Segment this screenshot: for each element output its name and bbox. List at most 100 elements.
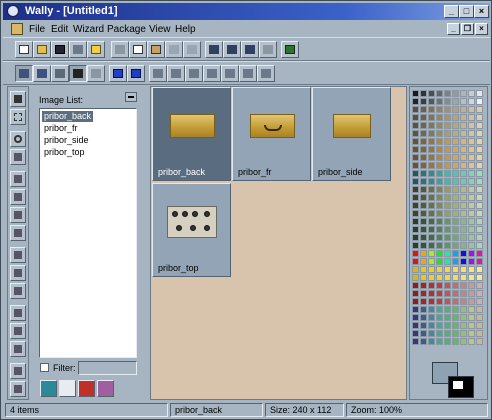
color-swatch[interactable]	[420, 226, 427, 233]
color-swatch[interactable]	[468, 282, 475, 289]
color-swatch[interactable]	[476, 210, 483, 217]
color-swatch[interactable]	[412, 130, 419, 137]
close-button[interactable]: ×	[474, 5, 489, 18]
color-swatch[interactable]	[444, 178, 451, 185]
color-swatch[interactable]	[420, 234, 427, 241]
color-swatch[interactable]	[420, 330, 427, 337]
color-swatch[interactable]	[452, 274, 459, 281]
color-swatch[interactable]	[452, 258, 459, 265]
color-swatch[interactable]	[420, 138, 427, 145]
color-swatch[interactable]	[428, 170, 435, 177]
color-swatch[interactable]	[444, 226, 451, 233]
align-1-button[interactable]	[221, 65, 239, 82]
color-swatch[interactable]	[436, 330, 443, 337]
color-swatch[interactable]	[468, 178, 475, 185]
color-swatch[interactable]	[444, 298, 451, 305]
color-swatch[interactable]	[452, 162, 459, 169]
color-swatch[interactable]	[460, 170, 467, 177]
color-swatch[interactable]	[460, 138, 467, 145]
color-swatch[interactable]	[476, 226, 483, 233]
color-swatch[interactable]	[468, 218, 475, 225]
color-swatch[interactable]	[428, 274, 435, 281]
list-item[interactable]: pribor_side	[42, 135, 91, 146]
color-swatch[interactable]	[436, 186, 443, 193]
menu-wizard[interactable]: Wizard	[73, 24, 104, 35]
cut-button[interactable]	[111, 41, 129, 58]
color-swatch[interactable]	[444, 306, 451, 313]
new-button[interactable]	[15, 41, 33, 58]
color-swatch[interactable]	[428, 258, 435, 265]
color-swatch[interactable]	[420, 258, 427, 265]
color-swatch[interactable]	[476, 322, 483, 329]
menu-edit[interactable]: Edit	[51, 24, 68, 35]
color-swatch[interactable]	[428, 330, 435, 337]
pointer-button[interactable]	[203, 65, 221, 82]
color-swatch[interactable]	[412, 170, 419, 177]
tool-line-button[interactable]	[10, 189, 26, 205]
color-swatch[interactable]	[428, 218, 435, 225]
thumbnail-view[interactable]: pribor_back pribor_fr pribor_side pribor…	[150, 86, 407, 400]
color-swatch[interactable]	[420, 154, 427, 161]
color-swatch[interactable]	[420, 218, 427, 225]
title-bar[interactable]: Wally - [Untitled1] _ □ ×	[3, 3, 490, 20]
color-swatch[interactable]	[452, 330, 459, 337]
color-swatch[interactable]	[476, 90, 483, 97]
tool-zoom-button[interactable]	[10, 131, 26, 147]
color-swatch[interactable]	[412, 274, 419, 281]
filter-checkbox[interactable]	[40, 363, 49, 372]
color-swatch[interactable]	[468, 306, 475, 313]
color-swatch[interactable]	[468, 314, 475, 321]
color-swatch[interactable]	[436, 250, 443, 257]
color-swatch[interactable]	[420, 194, 427, 201]
color-swatch[interactable]	[468, 170, 475, 177]
color-swatch[interactable]	[420, 266, 427, 273]
color-swatch[interactable]	[420, 98, 427, 105]
color-swatch[interactable]	[436, 282, 443, 289]
color-swatch[interactable]	[476, 242, 483, 249]
color-swatch[interactable]	[460, 178, 467, 185]
color-swatch[interactable]	[460, 202, 467, 209]
color-swatch[interactable]	[444, 338, 451, 345]
color-swatch[interactable]	[452, 90, 459, 97]
menu-file[interactable]: File	[29, 24, 45, 35]
color-swatch[interactable]	[452, 202, 459, 209]
view-sound-button[interactable]	[87, 65, 105, 82]
color-swatch[interactable]	[452, 170, 459, 177]
flip-h-button[interactable]	[167, 65, 185, 82]
color-swatch[interactable]	[476, 186, 483, 193]
align-2-button[interactable]	[239, 65, 257, 82]
color-swatch[interactable]	[460, 266, 467, 273]
color-swatch[interactable]	[476, 314, 483, 321]
color-swatch[interactable]	[444, 106, 451, 113]
thumbnail-tile[interactable]: pribor_side	[312, 87, 391, 181]
color-swatch[interactable]	[476, 122, 483, 129]
color-swatch[interactable]	[452, 266, 459, 273]
color-swatch[interactable]	[428, 298, 435, 305]
color-swatch[interactable]	[412, 98, 419, 105]
color-swatch[interactable]	[476, 138, 483, 145]
color-swatch[interactable]	[444, 194, 451, 201]
color-swatch[interactable]	[412, 90, 419, 97]
color-swatch[interactable]	[436, 234, 443, 241]
view-grid-button[interactable]	[51, 65, 69, 82]
color-swatch[interactable]	[428, 250, 435, 257]
color-selector[interactable]	[432, 362, 476, 398]
color-swatch[interactable]	[428, 154, 435, 161]
color-swatch[interactable]	[460, 314, 467, 321]
color-swatch[interactable]	[460, 218, 467, 225]
color-swatch[interactable]	[444, 146, 451, 153]
color-swatch[interactable]	[444, 210, 451, 217]
redo-button[interactable]	[183, 41, 201, 58]
color-swatch[interactable]	[444, 170, 451, 177]
color-swatch[interactable]	[436, 114, 443, 121]
color-swatch[interactable]	[428, 114, 435, 121]
color-swatch[interactable]	[460, 114, 467, 121]
color-swatch[interactable]	[420, 314, 427, 321]
color-swatch[interactable]	[468, 90, 475, 97]
thumbnail-tile[interactable]: pribor_fr	[232, 87, 311, 181]
minimize-button[interactable]: _	[444, 5, 459, 18]
color-swatch[interactable]	[476, 114, 483, 121]
tool-spray-button[interactable]	[10, 265, 26, 281]
color-swatch[interactable]	[436, 106, 443, 113]
color-swatch[interactable]	[468, 130, 475, 137]
